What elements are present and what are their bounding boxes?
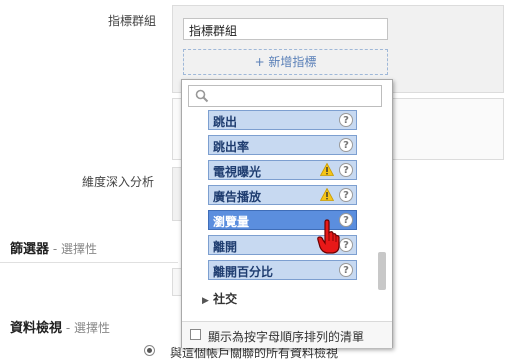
metric-item[interactable]: 廣告播放 ? — [208, 185, 357, 205]
filters-optional: - 選擇性 — [52, 242, 97, 256]
alphabetical-list-label: 顯示為按字母順序排列的清單 — [208, 330, 365, 344]
warning-icon — [319, 162, 335, 179]
metric-item-label: 跳出率 — [213, 140, 250, 154]
views-heading: 資料檢視 - 選擇性 — [10, 317, 110, 336]
metric-item-label: 跳出 — [213, 115, 238, 129]
metric-item-label: 電視曝光 — [213, 165, 262, 179]
filters-heading: 篩選器 - 選擇性 — [10, 238, 97, 257]
metric-item-label: 瀏覽量 — [213, 215, 250, 229]
metric-group-label: 指標群組 — [108, 14, 157, 28]
hand-cursor-icon — [316, 219, 342, 258]
views-optional: - 選擇性 — [65, 321, 110, 335]
metric-item-label: 廣告播放 — [213, 190, 262, 204]
metric-search-input[interactable] — [188, 85, 382, 107]
help-icon[interactable]: ? — [339, 163, 353, 177]
dropdown-scrollbar[interactable] — [378, 252, 386, 290]
metric-item[interactable]: 離開百分比 ? — [208, 260, 357, 280]
metric-item-label: 離開百分比 — [213, 265, 274, 279]
help-icon[interactable]: ? — [339, 113, 353, 127]
metric-group-input[interactable]: 指標群組 — [183, 18, 388, 40]
metric-dropdown[interactable]: 跳出 ? 跳出率 ? 電視曝光 ? 廣告播放 ? 瀏覽量 ? 離開 ? 離開百分… — [181, 79, 393, 348]
add-metric-button[interactable]: + 新增指標 — [183, 49, 388, 75]
metric-item[interactable]: 跳出率 ? — [208, 135, 357, 155]
category-social[interactable]: ▶ 社交 — [202, 290, 237, 307]
filters-title: 篩選器 — [10, 242, 50, 257]
divider-filters — [0, 262, 178, 263]
expand-arrow-icon: ▶ — [202, 296, 209, 306]
search-icon — [195, 89, 209, 106]
help-icon[interactable]: ? — [339, 188, 353, 202]
metric-item[interactable]: 跳出 ? — [208, 110, 357, 130]
drilldown-label: 維度深入分析 — [82, 175, 155, 189]
help-icon[interactable]: ? — [339, 263, 353, 277]
metric-item-label: 離開 — [213, 240, 238, 254]
views-title: 資料檢視 — [10, 321, 63, 336]
all-views-radio[interactable] — [144, 345, 155, 356]
alphabetical-list-checkbox[interactable] — [190, 329, 201, 340]
dropdown-footer: 顯示為按字母順序排列的清單 — [182, 321, 392, 348]
metric-item[interactable]: 電視曝光 ? — [208, 160, 357, 180]
help-icon[interactable]: ? — [339, 138, 353, 152]
warning-icon — [319, 187, 335, 204]
category-label: 社交 — [213, 292, 238, 306]
